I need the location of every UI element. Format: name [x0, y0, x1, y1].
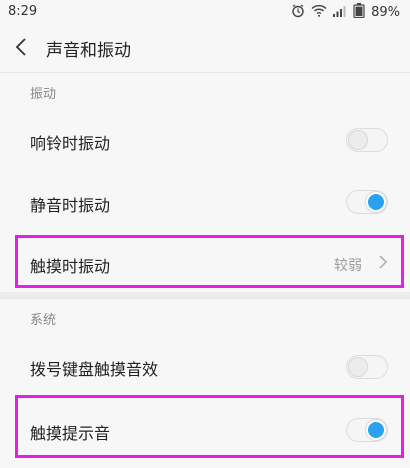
- row-ring-vibrate[interactable]: 响铃时振动: [0, 108, 410, 170]
- battery-icon: [353, 3, 365, 22]
- row-touch-vibrate[interactable]: 触摸时振动 较弱: [0, 232, 410, 292]
- status-time: 8:29: [8, 4, 38, 19]
- row-silent-vibrate[interactable]: 静音时振动: [0, 170, 410, 232]
- back-icon[interactable]: [14, 37, 28, 61]
- row-label: 静音时振动: [30, 196, 111, 215]
- status-icons: 89%: [291, 3, 400, 22]
- header: 声音和振动: [0, 24, 410, 72]
- alarm-icon: [291, 4, 305, 22]
- silent-vibrate-toggle[interactable]: [346, 190, 388, 214]
- toggle-knob: [366, 420, 386, 440]
- touch-sound-toggle[interactable]: [346, 418, 388, 442]
- wifi-icon: [311, 4, 327, 21]
- page-title: 声音和振动: [46, 41, 131, 61]
- toggle-knob: [348, 357, 368, 377]
- battery-percent: 89%: [371, 5, 400, 20]
- chevron-right-icon: [378, 254, 388, 274]
- row-label: 触摸提示音: [30, 424, 111, 443]
- ring-vibrate-toggle[interactable]: [346, 128, 388, 152]
- row-label: 响铃时振动: [30, 134, 111, 153]
- dialpad-sound-toggle[interactable]: [346, 355, 388, 379]
- section-label-system: 系统: [0, 298, 410, 335]
- row-dialpad-sound[interactable]: 拨号键盘触摸音效: [0, 334, 410, 398]
- status-bar: 8:29 89%: [0, 0, 410, 24]
- section-label-vibration: 振动: [0, 72, 410, 109]
- toggle-knob: [366, 192, 386, 212]
- signal-icon: [333, 5, 347, 21]
- section-label-text: 振动: [30, 87, 57, 102]
- row-touch-sound[interactable]: 触摸提示音: [0, 398, 410, 468]
- touch-vibrate-value: 较弱: [334, 258, 362, 274]
- section-label-text: 系统: [30, 313, 57, 328]
- row-label: 拨号键盘触摸音效: [30, 360, 159, 379]
- toggle-knob: [348, 130, 368, 150]
- row-label: 触摸时振动: [30, 257, 111, 276]
